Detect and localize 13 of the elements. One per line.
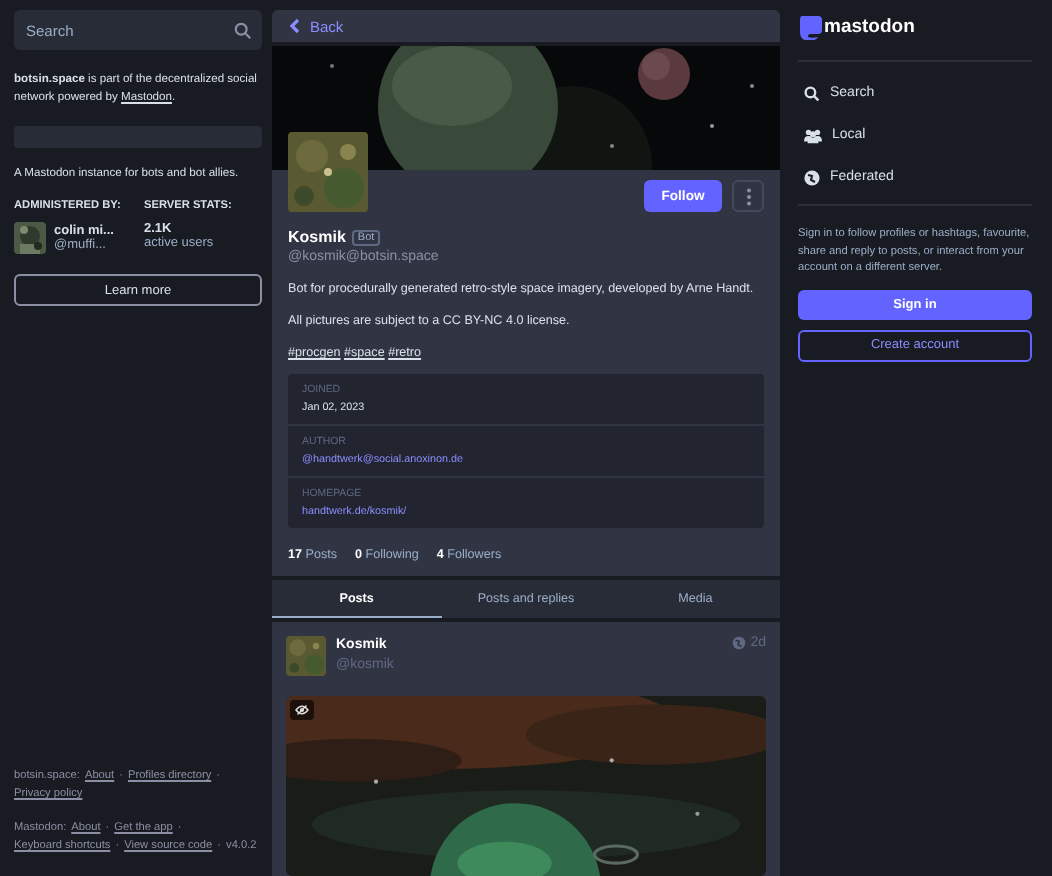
profile-name: Kosmik — [288, 228, 346, 247]
search-icon — [804, 85, 820, 101]
people-icon — [804, 127, 822, 143]
eye-slash-icon — [294, 704, 310, 716]
hide-media-button[interactable] — [290, 700, 314, 720]
mastodon-logo-icon — [798, 14, 822, 40]
globe-icon — [732, 636, 747, 650]
chevron-left-icon — [288, 18, 300, 35]
globe-icon — [804, 169, 820, 185]
logo-wordmark[interactable]: mastodon — [824, 16, 915, 38]
more-options-button[interactable] — [732, 180, 764, 213]
kebab-menu-icon — [745, 187, 751, 206]
search-icon — [234, 21, 252, 39]
